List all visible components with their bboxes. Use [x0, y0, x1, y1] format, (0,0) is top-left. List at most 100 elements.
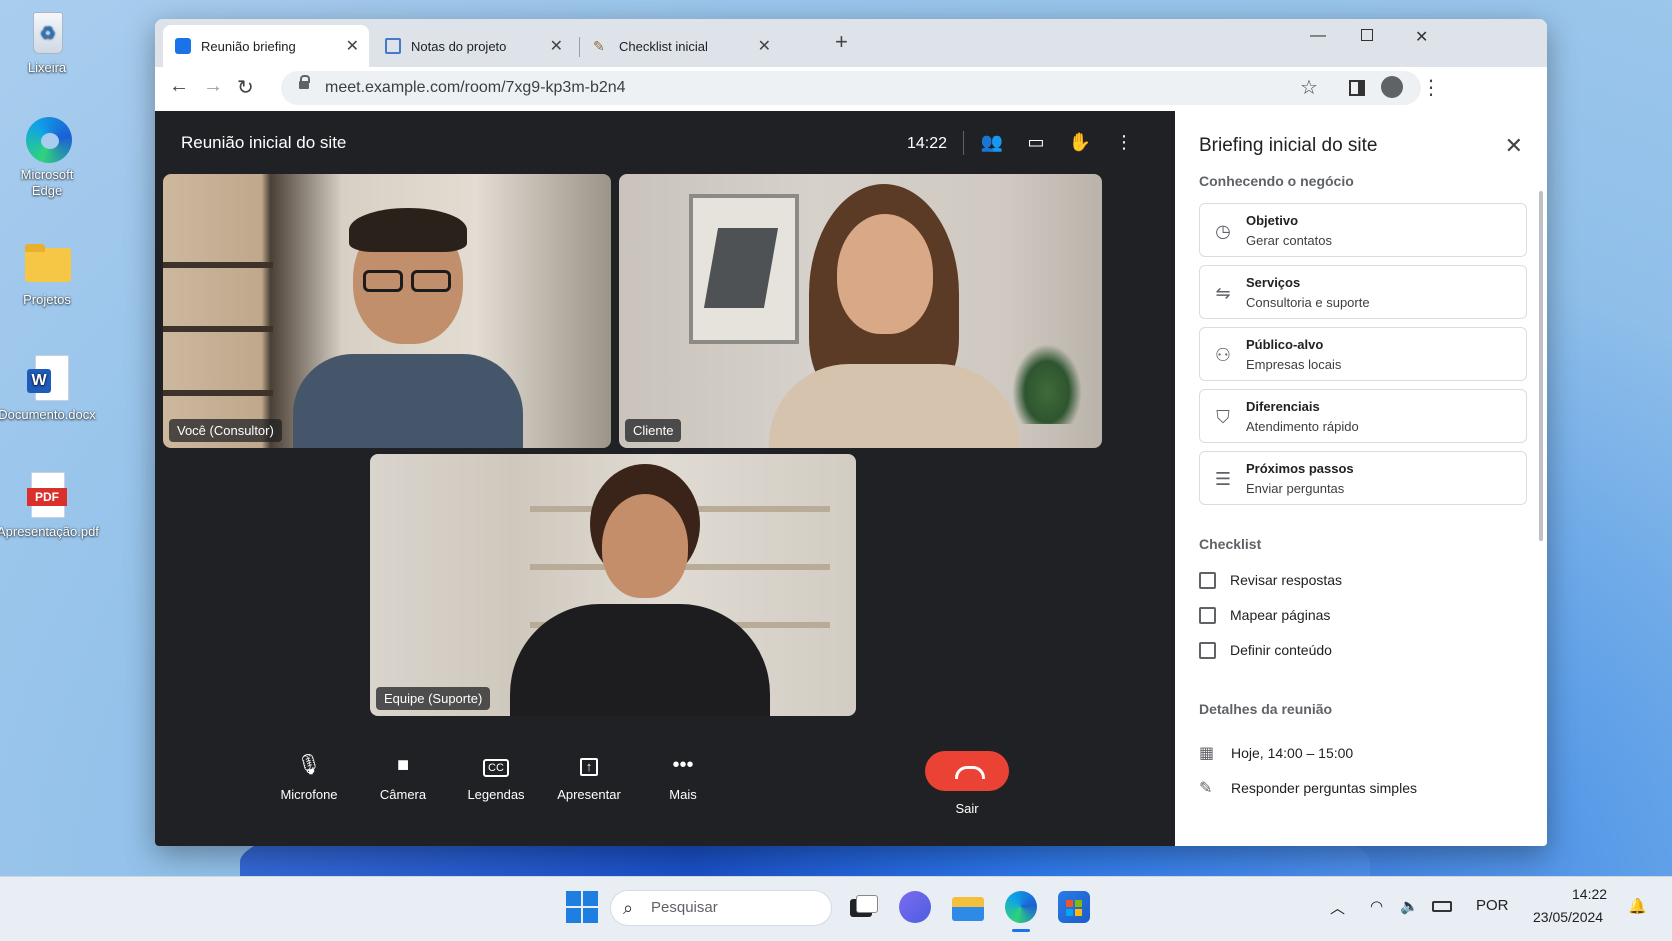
participant-name-badge: Você (Consultor) [169, 419, 282, 442]
control-label: Apresentar [557, 787, 621, 802]
person-client [769, 184, 1019, 448]
browser-window: Reunião briefing ✕ Notas do projeto ✕ ✎ … [155, 19, 1547, 846]
close-panel-icon[interactable]: ✕ [1505, 133, 1523, 159]
participant-name-badge: Equipe (Suporte) [376, 687, 491, 710]
desktop-icon-edge[interactable]: Microsoft Edge [0, 115, 97, 199]
edge-taskbar-icon[interactable] [1005, 891, 1037, 923]
chat-icon[interactable]: ▭ [1021, 127, 1051, 157]
card-title: Diferenciais [1246, 399, 1320, 414]
windows-start-icon[interactable] [566, 891, 598, 923]
notification-bell-icon[interactable]: 🔔 [1628, 897, 1647, 915]
leave-call-button[interactable] [925, 751, 1009, 791]
taskbar-search[interactable]: ⌕ Pesquisar [610, 890, 832, 926]
meeting-note: ✎ Responder perguntas simples [1199, 778, 1417, 798]
recycle-bin-icon: ♻ [23, 8, 71, 56]
checkbox[interactable] [1199, 642, 1216, 659]
more-button[interactable]: ••• Mais [643, 751, 723, 802]
star-icon[interactable]: ☆ [1300, 75, 1318, 100]
card-value: Consultoria e suporte [1246, 295, 1370, 310]
microphone-button[interactable]: 🎙 Microfone [269, 751, 349, 802]
tab-separator [579, 37, 580, 57]
battery-icon[interactable] [1432, 901, 1452, 912]
language-indicator[interactable]: POR [1476, 897, 1509, 914]
checklist-label: Mapear páginas [1230, 607, 1331, 623]
control-label: Legendas [467, 787, 525, 802]
desktop-icon-label: Apresentação.pdf [0, 524, 99, 539]
word-doc-icon: W [23, 355, 71, 403]
list-icon: ☰ [1214, 469, 1232, 489]
clock-time[interactable]: 14:22 [1572, 886, 1607, 902]
back-arrow-icon[interactable]: ← [169, 75, 189, 98]
more-options-icon[interactable]: ⋮ [1109, 127, 1139, 157]
card-differentials[interactable]: ⛉ Diferenciais Atendimento rápido [1199, 389, 1527, 443]
captions-icon: CC [456, 751, 536, 779]
browser-menu-icon[interactable]: ⋮ [1421, 75, 1441, 100]
card-audience[interactable]: ⚇ Público-alvo Empresas locais [1199, 327, 1527, 381]
task-view-icon[interactable] [846, 891, 878, 923]
desktop-icon-recycle-bin[interactable]: ♻ Lixeira [0, 8, 97, 75]
meeting-schedule: ▦ Hoje, 14:00 – 15:00 [1199, 743, 1353, 763]
video-tile-support[interactable]: Equipe (Suporte) [370, 454, 856, 716]
edge-icon [23, 115, 72, 163]
raise-hand-icon[interactable]: ✋ [1065, 127, 1095, 157]
clock-date[interactable]: 23/05/2024 [1533, 909, 1603, 925]
store-icon[interactable] [1058, 891, 1090, 923]
video-tile-client[interactable]: Cliente [619, 174, 1102, 448]
tab-project-notes[interactable]: Notas do projeto ✕ [373, 25, 573, 67]
present-button[interactable]: ↑ Apresentar [549, 751, 629, 802]
reload-icon[interactable]: ↻ [237, 75, 254, 100]
camera-button[interactable]: ■ Câmera [363, 751, 443, 802]
tab-checklist[interactable]: ✎ Checklist inicial ✕ [581, 25, 781, 67]
file-explorer-icon[interactable] [952, 891, 984, 923]
checklist-label: Revisar respostas [1230, 572, 1343, 588]
participants-icon[interactable]: 👥 [977, 127, 1007, 157]
maximize-icon[interactable] [1361, 29, 1373, 41]
card-title: Público-alvo [1246, 337, 1324, 352]
captions-button[interactable]: CC Legendas [456, 751, 536, 802]
new-tab-button[interactable]: + [835, 29, 848, 55]
volume-icon[interactable]: 🔈 [1400, 897, 1419, 915]
url-field[interactable]: meet.example.com/room/7xg9-kp3m-b2n4 [281, 71, 1421, 105]
profile-icon[interactable] [1381, 76, 1403, 98]
wifi-icon[interactable]: ◠ [1370, 897, 1383, 915]
video-tile-consultant[interactable]: Você (Consultor) [163, 174, 611, 448]
camera-icon: ■ [396, 754, 410, 776]
tab-label: Reunião briefing [201, 38, 296, 54]
search-icon: ⌕ [623, 898, 634, 918]
desktop-icon-label: Microsoft Edge [20, 167, 74, 198]
panel-scrollbar[interactable] [1539, 191, 1543, 541]
doc-tab-icon [385, 38, 401, 54]
desktop-icon-folder[interactable]: Projetos [0, 240, 97, 307]
card-next-steps[interactable]: ☰ Próximos passos Enviar perguntas [1199, 451, 1527, 505]
chat-app-icon[interactable] [899, 891, 931, 923]
panel-title: Briefing inicial do site [1199, 135, 1378, 156]
desktop-icon-label: Documento.docx [0, 407, 96, 422]
show-hidden-icons-chevron-icon[interactable]: ︿ [1330, 897, 1345, 918]
desktop-icon-pdf[interactable]: PDF Apresentação.pdf [0, 472, 99, 539]
pencil-icon: ✎ [1199, 780, 1213, 797]
close-window-icon[interactable]: ✕ [1415, 27, 1428, 47]
folder-icon [23, 240, 71, 288]
card-objective[interactable]: ◷ Objetivo Gerar contatos [1199, 203, 1527, 257]
desktop-icon-label: Projetos [23, 292, 71, 307]
minimize-icon[interactable]: — [1310, 27, 1326, 45]
forward-arrow-icon[interactable]: → [203, 75, 223, 98]
card-services[interactable]: ⇋ Serviços Consultoria e suporte [1199, 265, 1527, 319]
checkbox[interactable] [1199, 607, 1216, 624]
shield-icon: ⛉ [1216, 407, 1230, 427]
control-label: Câmera [379, 787, 427, 802]
schedule-text: Hoje, 14:00 – 15:00 [1231, 745, 1354, 761]
close-tab-icon[interactable]: ✕ [758, 36, 771, 56]
desktop-icon-label: Lixeira [27, 60, 67, 75]
pdf-badge: PDF [27, 488, 67, 506]
address-bar-row: ← → ↻ meet.example.com/room/7xg9-kp3m-b2… [155, 67, 1547, 109]
desktop-icon-word-doc[interactable]: W Documento.docx [0, 355, 97, 422]
tab-meeting-briefing[interactable]: Reunião briefing ✕ [163, 25, 369, 67]
note-text: Responder perguntas simples [1231, 780, 1417, 796]
card-title: Serviços [1246, 275, 1301, 290]
close-tab-icon[interactable]: ✕ [550, 36, 563, 56]
sidebar-toggle-icon[interactable] [1349, 80, 1365, 96]
checkbox[interactable] [1199, 572, 1216, 589]
close-tab-icon[interactable]: ✕ [346, 36, 359, 56]
plant-image [1012, 344, 1082, 424]
